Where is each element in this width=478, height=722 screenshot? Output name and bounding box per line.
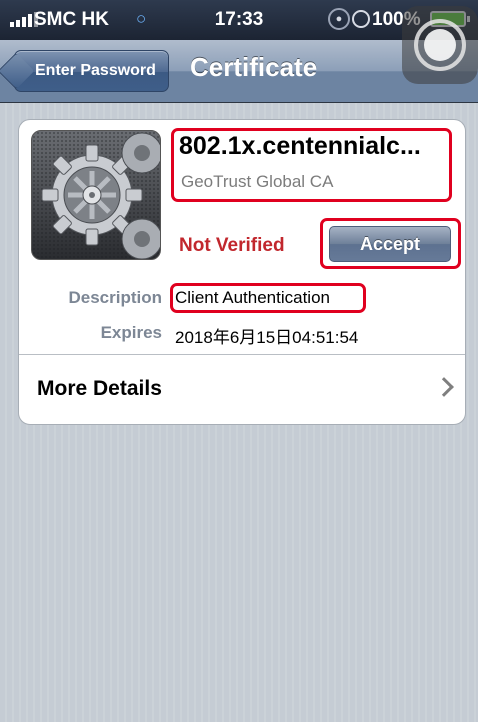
assistive-touch-icon bbox=[414, 19, 466, 71]
more-details-row[interactable]: More Details bbox=[19, 355, 465, 424]
settings-gear-icon bbox=[31, 130, 161, 260]
highlight-box-description bbox=[170, 283, 366, 313]
expires-value: 2018年6月15日04:51:54 bbox=[175, 328, 359, 347]
alarm-icon bbox=[352, 10, 370, 28]
chevron-right-icon bbox=[434, 377, 454, 397]
rotation-lock-icon: ● bbox=[328, 8, 350, 30]
description-label: Description bbox=[68, 288, 162, 307]
page-title: Certificate bbox=[190, 52, 318, 82]
back-button[interactable]: Enter Password bbox=[14, 50, 169, 92]
expires-label: Expires bbox=[100, 323, 162, 342]
assistive-touch-button[interactable] bbox=[402, 6, 478, 84]
verification-status: Not Verified bbox=[179, 235, 285, 256]
highlight-box-title bbox=[171, 128, 452, 202]
back-button-label: Enter Password bbox=[35, 62, 156, 79]
more-details-label: More Details bbox=[37, 377, 162, 400]
highlight-box-accept bbox=[320, 218, 461, 269]
certificate-card: 802.1x.centennialc... GeoTrust Global CA… bbox=[18, 119, 466, 425]
